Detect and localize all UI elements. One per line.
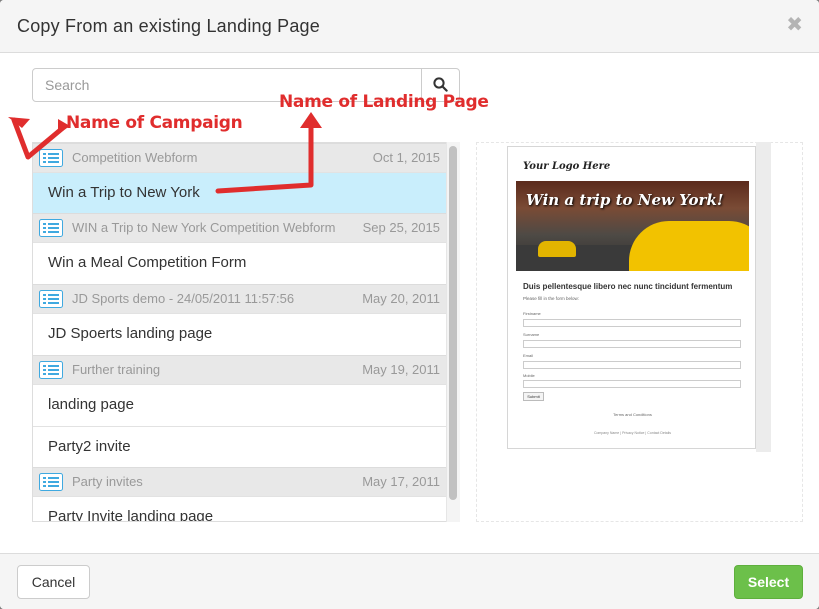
- annotation-landing-page-label: Name of Landing Page: [279, 92, 489, 112]
- copy-landing-page-dialog: Copy From an existing Landing Page ✖ Com…: [0, 0, 819, 609]
- cancel-button[interactable]: Cancel: [17, 565, 90, 599]
- dialog-footer: Cancel Select: [0, 553, 819, 609]
- landing-page-arrow-head: [300, 112, 322, 128]
- landing-page-arrow: [215, 121, 314, 194]
- select-button[interactable]: Select: [734, 565, 803, 599]
- annotation-campaign-label: Name of Campaign: [66, 113, 243, 133]
